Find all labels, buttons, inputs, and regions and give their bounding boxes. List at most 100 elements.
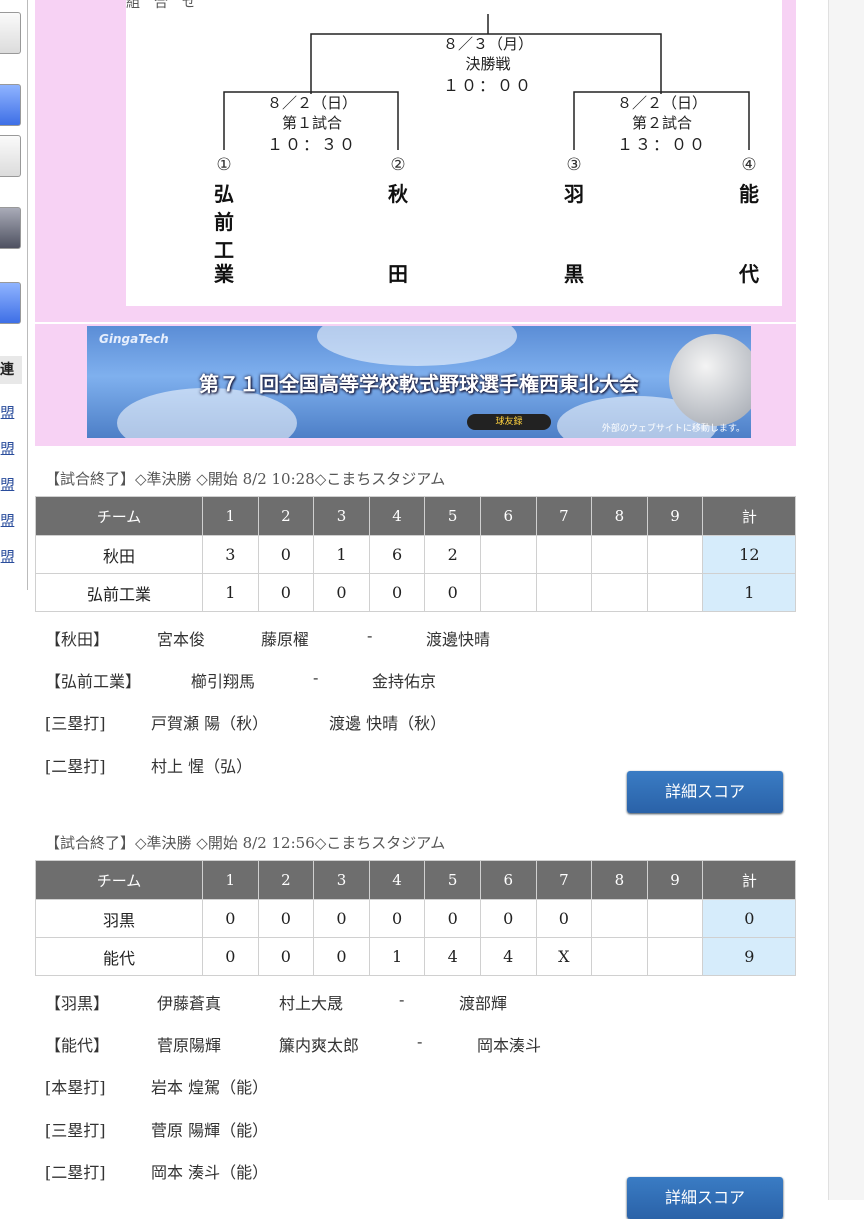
inning-cell	[591, 573, 648, 612]
total-cell: 1	[702, 573, 797, 612]
column-header: 2	[257, 496, 315, 536]
column-header: 6	[479, 860, 537, 900]
inning-cell: 0	[313, 937, 370, 976]
inning-cell: 0	[202, 899, 259, 938]
table-row: 弘前工業 1 0 0 0 0 1	[35, 573, 797, 612]
inning-cell: 0	[424, 573, 481, 612]
team-number: ③	[566, 155, 582, 175]
detail-item: 戸賀瀬 陽（秋）	[151, 714, 269, 733]
detail-score-button[interactable]: 詳細スコア	[627, 771, 783, 813]
detail-item: -	[399, 990, 405, 1009]
team-number: ④	[741, 155, 757, 175]
team-char: 秋	[388, 182, 408, 206]
inning-cell: 0	[257, 573, 315, 612]
sidebar-link[interactable]: 盟	[0, 402, 15, 423]
inning-cell: 0	[257, 899, 315, 938]
detail-item: 渡部輝	[459, 994, 508, 1013]
column-header: チーム	[35, 496, 203, 536]
inning-cell	[646, 899, 704, 938]
final-date: ８／３（月）	[442, 35, 533, 53]
detail-label: [二塁打]	[45, 757, 106, 776]
column-header: 7	[535, 496, 593, 536]
inning-cell: 1	[313, 535, 370, 574]
score-header-row: チーム 1 2 3 4 5 6 7 8 9 計	[35, 496, 797, 536]
team-char: 田	[388, 262, 408, 286]
sidebar-button-active[interactable]	[0, 282, 21, 324]
column-header: 5	[424, 860, 481, 900]
table-row: 秋田 3 0 1 6 2 12	[35, 535, 797, 574]
banner-note: 外部のウェブサイトに移動します。	[601, 424, 745, 434]
column-header: 8	[591, 496, 648, 536]
column-header: 計	[702, 860, 797, 900]
column-header: 9	[646, 496, 704, 536]
inning-cell	[591, 937, 648, 976]
detail-item: 村上 惺（弘）	[151, 757, 253, 776]
column-header: 7	[535, 860, 593, 900]
banner-logo: 球友録	[467, 414, 551, 430]
sidebar-heading: 連盟	[0, 356, 22, 384]
inning-cell	[535, 535, 593, 574]
score-header-row: チーム 1 2 3 4 5 6 7 8 9 計	[35, 860, 797, 900]
inning-cell	[479, 535, 537, 574]
detail-item: 岩本 煌駕（能）	[151, 1078, 269, 1097]
final-time: １０：００	[442, 76, 533, 95]
team-number: ②	[390, 155, 406, 175]
sidebar-button[interactable]	[0, 135, 21, 177]
inning-cell: 0	[313, 899, 370, 938]
detail-item: 宮本俊	[157, 630, 206, 649]
left-sidebar: 連盟 盟 盟 盟 盟 盟	[0, 0, 28, 590]
team-number: ①	[216, 155, 232, 175]
inning-cell: 6	[368, 535, 426, 574]
score-table: チーム 1 2 3 4 5 6 7 8 9 計 羽黒 0 0 0 0 0 0 0…	[35, 860, 797, 976]
detail-item: -	[417, 1032, 423, 1051]
sidebar-link[interactable]: 盟	[0, 438, 15, 459]
team-cell: 能代	[35, 937, 203, 976]
inning-cell	[479, 573, 537, 612]
detail-item: 渡邊 快晴（秋）	[329, 714, 447, 733]
inning-cell: 2	[424, 535, 481, 574]
detail-score-button[interactable]: 詳細スコア	[627, 1177, 783, 1219]
inning-cell	[535, 573, 593, 612]
inning-cell: 0	[257, 535, 315, 574]
detail-label: [二塁打]	[45, 1163, 106, 1182]
total-cell: 0	[702, 899, 797, 938]
score-table: チーム 1 2 3 4 5 6 7 8 9 計 秋田 3 0 1 6 2 12 …	[35, 496, 797, 612]
detail-label: 【羽黒】	[45, 994, 110, 1013]
table-row: 羽黒 0 0 0 0 0 0 0 0	[35, 899, 797, 938]
total-cell: 9	[702, 937, 797, 976]
sidebar-button[interactable]	[0, 12, 21, 54]
semi2-date: ８／２（日）	[616, 94, 707, 112]
team-char: 羽	[564, 182, 584, 206]
detail-label: [三塁打]	[45, 1121, 106, 1140]
column-header: 3	[313, 496, 370, 536]
semi2-name: 第２試合	[631, 114, 692, 132]
sidebar-link[interactable]: 盟	[0, 474, 15, 495]
inning-cell: 0	[257, 937, 315, 976]
column-header: 3	[313, 860, 370, 900]
inning-cell	[646, 937, 704, 976]
team-cell: 羽黒	[35, 899, 203, 938]
sidebar-link[interactable]: 盟	[0, 546, 15, 567]
detail-label: [本塁打]	[45, 1078, 106, 1097]
column-header: 4	[368, 496, 426, 536]
tournament-banner-link[interactable]: GingaTech 第７１回全国高等学校軟式野球選手権西東北大会 球友録 外部の…	[87, 326, 751, 438]
semi1-date: ８／２（日）	[266, 94, 357, 112]
game-header: 【試合終了】◇準決勝 ◇開始 8/2 12:56◇こまちスタジアム	[45, 834, 446, 852]
team-char: 能	[739, 182, 759, 206]
detail-label: 【弘前工業】	[45, 672, 142, 691]
column-header: 6	[479, 496, 537, 536]
inning-cell: 4	[424, 937, 481, 976]
column-header: チーム	[35, 860, 203, 900]
semi1-name: 第１試合	[281, 114, 342, 132]
detail-item: 村上大晟	[279, 994, 344, 1013]
table-row: 能代 0 0 0 1 4 4 X 9	[35, 937, 797, 976]
inning-cell: 4	[479, 937, 537, 976]
sidebar-button-active[interactable]	[0, 84, 21, 126]
detail-item: 金持佑京	[372, 672, 437, 691]
sidebar-link[interactable]: 盟	[0, 510, 15, 531]
sidebar-button[interactable]	[0, 207, 21, 249]
column-header: 9	[646, 860, 704, 900]
banner-brand: GingaTech	[99, 332, 169, 346]
team-char: 弘	[214, 182, 234, 206]
detail-item: 渡邊快晴	[426, 630, 491, 649]
